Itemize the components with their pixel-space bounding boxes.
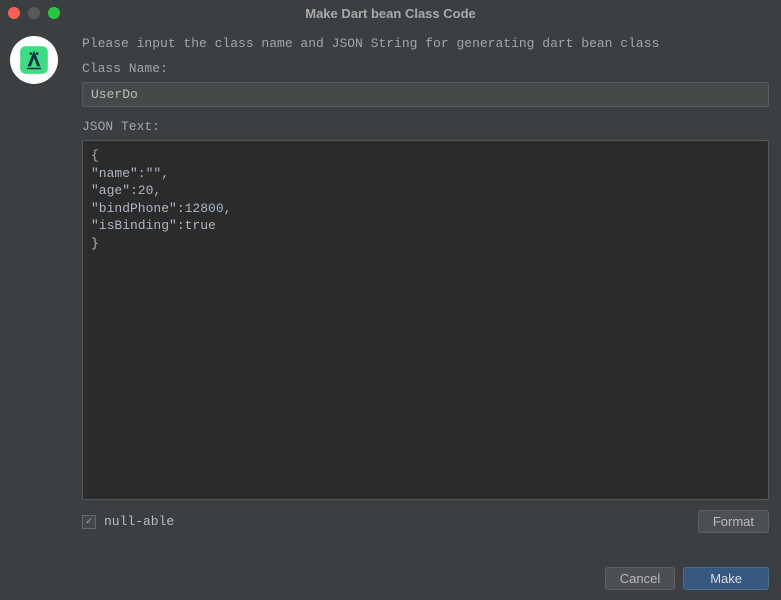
instruction-text: Please input the class name and JSON Str… [82, 36, 769, 51]
make-button[interactable]: Make [683, 567, 769, 590]
class-name-label: Class Name: [82, 61, 769, 76]
form-column: Please input the class name and JSON Str… [72, 26, 781, 600]
dialog-content: Please input the class name and JSON Str… [0, 26, 781, 600]
traffic-lights [8, 7, 60, 19]
android-studio-icon [10, 36, 58, 84]
icon-column [0, 26, 72, 600]
options-row: ✓ null-able Format [82, 510, 769, 533]
nullable-checkbox[interactable]: ✓ [82, 515, 96, 529]
close-window-button[interactable] [8, 7, 20, 19]
window-title: Make Dart bean Class Code [305, 6, 476, 21]
maximize-window-button[interactable] [48, 7, 60, 19]
nullable-checkbox-wrap[interactable]: ✓ null-able [82, 514, 174, 529]
titlebar: Make Dart bean Class Code [0, 0, 781, 26]
class-name-input[interactable] [82, 82, 769, 107]
action-row: Cancel Make [82, 567, 769, 590]
json-text-label: JSON Text: [82, 119, 769, 134]
cancel-button[interactable]: Cancel [605, 567, 675, 590]
minimize-window-button[interactable] [28, 7, 40, 19]
json-text-input[interactable] [82, 140, 769, 500]
format-button[interactable]: Format [698, 510, 769, 533]
nullable-label: null-able [104, 514, 174, 529]
